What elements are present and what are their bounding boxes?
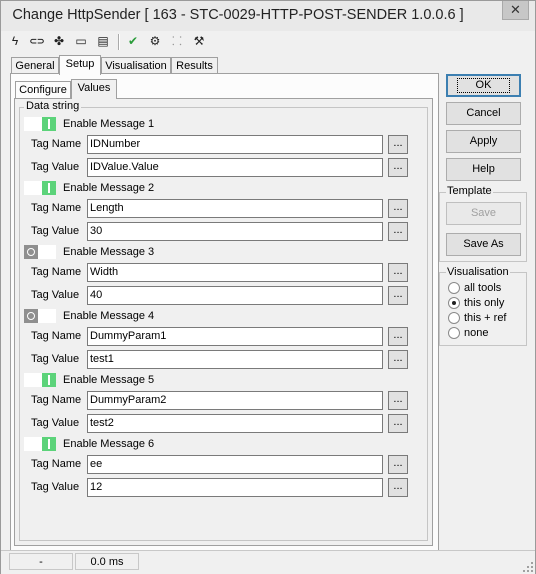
radio-button[interactable] <box>448 282 460 294</box>
tag-name-browse-button[interactable]: ... <box>388 263 408 282</box>
enable-message-toggle[interactable] <box>24 309 56 323</box>
tag-name-browse-button[interactable]: ... <box>388 455 408 474</box>
cancel-button[interactable]: Cancel <box>446 102 521 125</box>
toggle-knob <box>42 117 56 131</box>
tag-name-browse-button[interactable]: ... <box>388 327 408 346</box>
toggle-knob <box>42 181 56 195</box>
tag-value-label: Tag Value <box>31 417 80 429</box>
status-cell-state: - <box>9 553 73 570</box>
tag-value-browse-button[interactable]: ... <box>388 222 408 241</box>
console-icon[interactable]: ▭ <box>73 33 89 49</box>
radio-button[interactable] <box>448 312 460 324</box>
enable-message-toggle[interactable] <box>24 245 56 259</box>
visualisation-title: Visualisation <box>446 266 510 278</box>
tag-value-label: Tag Value <box>31 289 80 301</box>
toggle-knob <box>42 373 56 387</box>
run-icon[interactable]: ⚙ <box>147 33 163 49</box>
tag-name-input[interactable]: Width <box>87 263 383 282</box>
tag-name-input[interactable]: Length <box>87 199 383 218</box>
enable-message-toggle[interactable] <box>24 437 56 451</box>
tab-values[interactable]: Values <box>71 79 117 99</box>
lightning-icon[interactable]: ϟ <box>7 33 23 49</box>
enable-message-label: Enable Message 2 <box>63 182 155 194</box>
status-cell-time: 0.0 ms <box>75 553 139 570</box>
tag-value-browse-button[interactable]: ... <box>388 350 408 369</box>
template-title: Template <box>446 185 493 197</box>
tag-value-label: Tag Value <box>31 161 80 173</box>
template-save-as-button[interactable]: Save As <box>446 233 521 256</box>
ok-button[interactable]: OK <box>446 74 521 97</box>
dialog-window: Change HttpSender [ 163 - STC-0029-HTTP-… <box>0 0 536 574</box>
tab-setup[interactable]: Setup <box>59 55 101 75</box>
toggle-knob <box>42 437 56 451</box>
radio-button[interactable] <box>448 327 460 339</box>
puzzle-icon[interactable]: ✤ <box>51 33 67 49</box>
radio-label: all tools <box>464 282 502 294</box>
tag-name-browse-button[interactable]: ... <box>388 391 408 410</box>
radio-button-checked[interactable] <box>448 297 460 309</box>
tag-name-input[interactable]: DummyParam1 <box>87 327 383 346</box>
tag-value-input[interactable]: 40 <box>87 286 383 305</box>
title-bar[interactable]: Change HttpSender [ 163 - STC-0029-HTTP-… <box>1 1 535 31</box>
enable-message-toggle[interactable] <box>24 373 56 387</box>
tab-visualisation[interactable]: Visualisation <box>101 57 171 74</box>
radio-label: this only <box>464 297 505 309</box>
close-button[interactable]: ✕ <box>502 1 529 20</box>
ok-button-label: OK <box>456 78 511 93</box>
tag-value-browse-button[interactable]: ... <box>388 158 408 177</box>
list-icon[interactable]: ▤ <box>95 33 111 49</box>
tag-name-label: Tag Name <box>31 202 82 214</box>
enable-message-label: Enable Message 5 <box>63 374 155 386</box>
help-button[interactable]: Help <box>446 158 521 181</box>
tag-name-label: Tag Name <box>31 394 82 406</box>
toggle-knob <box>24 245 38 259</box>
link-icon[interactable]: ⊂⊃ <box>29 33 45 49</box>
tag-value-input[interactable]: 12 <box>87 478 383 497</box>
tag-value-input[interactable]: test2 <box>87 414 383 433</box>
enable-message-label: Enable Message 6 <box>63 438 155 450</box>
tag-name-label: Tag Name <box>31 138 82 150</box>
tab-configure[interactable]: Configure <box>15 81 71 98</box>
resize-grip-icon[interactable] <box>523 562 533 572</box>
tab-general[interactable]: General <box>11 57 59 74</box>
enable-message-toggle[interactable] <box>24 117 56 131</box>
tag-name-input[interactable]: IDNumber <box>87 135 383 154</box>
enable-message-label: Enable Message 1 <box>63 118 155 130</box>
tag-name-input[interactable]: DummyParam2 <box>87 391 383 410</box>
enable-message-toggle[interactable] <box>24 181 56 195</box>
tag-name-browse-button[interactable]: ... <box>388 199 408 218</box>
toggle-knob <box>24 309 38 323</box>
tag-name-browse-button[interactable]: ... <box>388 135 408 154</box>
data-string-title: Data string <box>24 100 82 112</box>
tag-value-browse-button[interactable]: ... <box>388 478 408 497</box>
checkmark-icon[interactable]: ✔ <box>125 33 141 49</box>
wrench-icon[interactable]: ⚒ <box>191 33 207 49</box>
tag-name-input[interactable]: ee <box>87 455 383 474</box>
tag-value-input[interactable]: IDValue.Value <box>87 158 383 177</box>
tag-name-label: Tag Name <box>31 458 82 470</box>
status-bar: - 0.0 ms <box>1 550 535 574</box>
tag-value-input[interactable]: 30 <box>87 222 383 241</box>
apply-button[interactable]: Apply <box>446 130 521 153</box>
radio-label: this + ref <box>464 312 507 324</box>
enable-message-label: Enable Message 4 <box>63 310 155 322</box>
tag-value-label: Tag Value <box>31 481 80 493</box>
tag-value-label: Tag Value <box>31 353 80 365</box>
enable-message-label: Enable Message 3 <box>63 246 155 258</box>
tag-name-label: Tag Name <box>31 266 82 278</box>
tree-icon[interactable]: ⸬ <box>169 33 185 49</box>
tag-value-input[interactable]: test1 <box>87 350 383 369</box>
template-save-button[interactable]: Save <box>446 202 521 225</box>
tag-value-browse-button[interactable]: ... <box>388 286 408 305</box>
window-title: Change HttpSender [ 163 - STC-0029-HTTP-… <box>12 7 464 23</box>
radio-label: none <box>464 327 489 339</box>
tab-results[interactable]: Results <box>171 57 218 74</box>
tag-value-label: Tag Value <box>31 225 80 237</box>
tag-name-label: Tag Name <box>31 330 82 342</box>
tag-value-browse-button[interactable]: ... <box>388 414 408 433</box>
toolbar-separator <box>118 34 120 50</box>
